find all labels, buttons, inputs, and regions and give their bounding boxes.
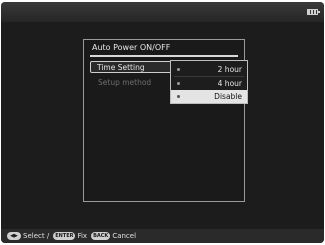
option-2-hour[interactable]: 2 hour [171, 63, 247, 76]
device-screen: Auto Power ON/OFF Time Setting Setup met… [1, 2, 324, 243]
key-hints: ◀▶ Select / ENTER Fix BACK Cancel [7, 231, 138, 241]
select-hint: Select / [23, 232, 50, 240]
bullet-icon [177, 95, 180, 98]
bullet-icon [177, 82, 180, 85]
status-bar [1, 2, 324, 22]
time-options-list: 2 hour 4 hour Disable [170, 60, 248, 104]
enter-key-icon: ENTER [53, 232, 76, 240]
option-4-hour[interactable]: 4 hour [171, 77, 247, 90]
option-label: 4 hour [217, 79, 242, 88]
option-label: 2 hour [217, 65, 242, 74]
help-bar: ◀▶ Select / ENTER Fix BACK Cancel [1, 229, 324, 243]
menu-item-setup-method: Setup method [98, 78, 152, 87]
back-key-icon: BACK [91, 232, 111, 240]
menu-item-label: Time Setting [97, 63, 145, 72]
dialog-title: Auto Power ON/OFF [92, 43, 171, 52]
title-divider [90, 55, 238, 57]
menu-item-time-setting[interactable]: Time Setting [90, 61, 172, 73]
option-disable[interactable]: Disable [171, 90, 247, 103]
option-label: Disable [214, 92, 242, 101]
cancel-hint: Cancel [112, 232, 137, 240]
arrows-key-icon: ◀▶ [7, 232, 21, 240]
fix-hint: Fix [77, 232, 88, 240]
battery-icon [307, 9, 320, 15]
bullet-icon [177, 68, 180, 71]
